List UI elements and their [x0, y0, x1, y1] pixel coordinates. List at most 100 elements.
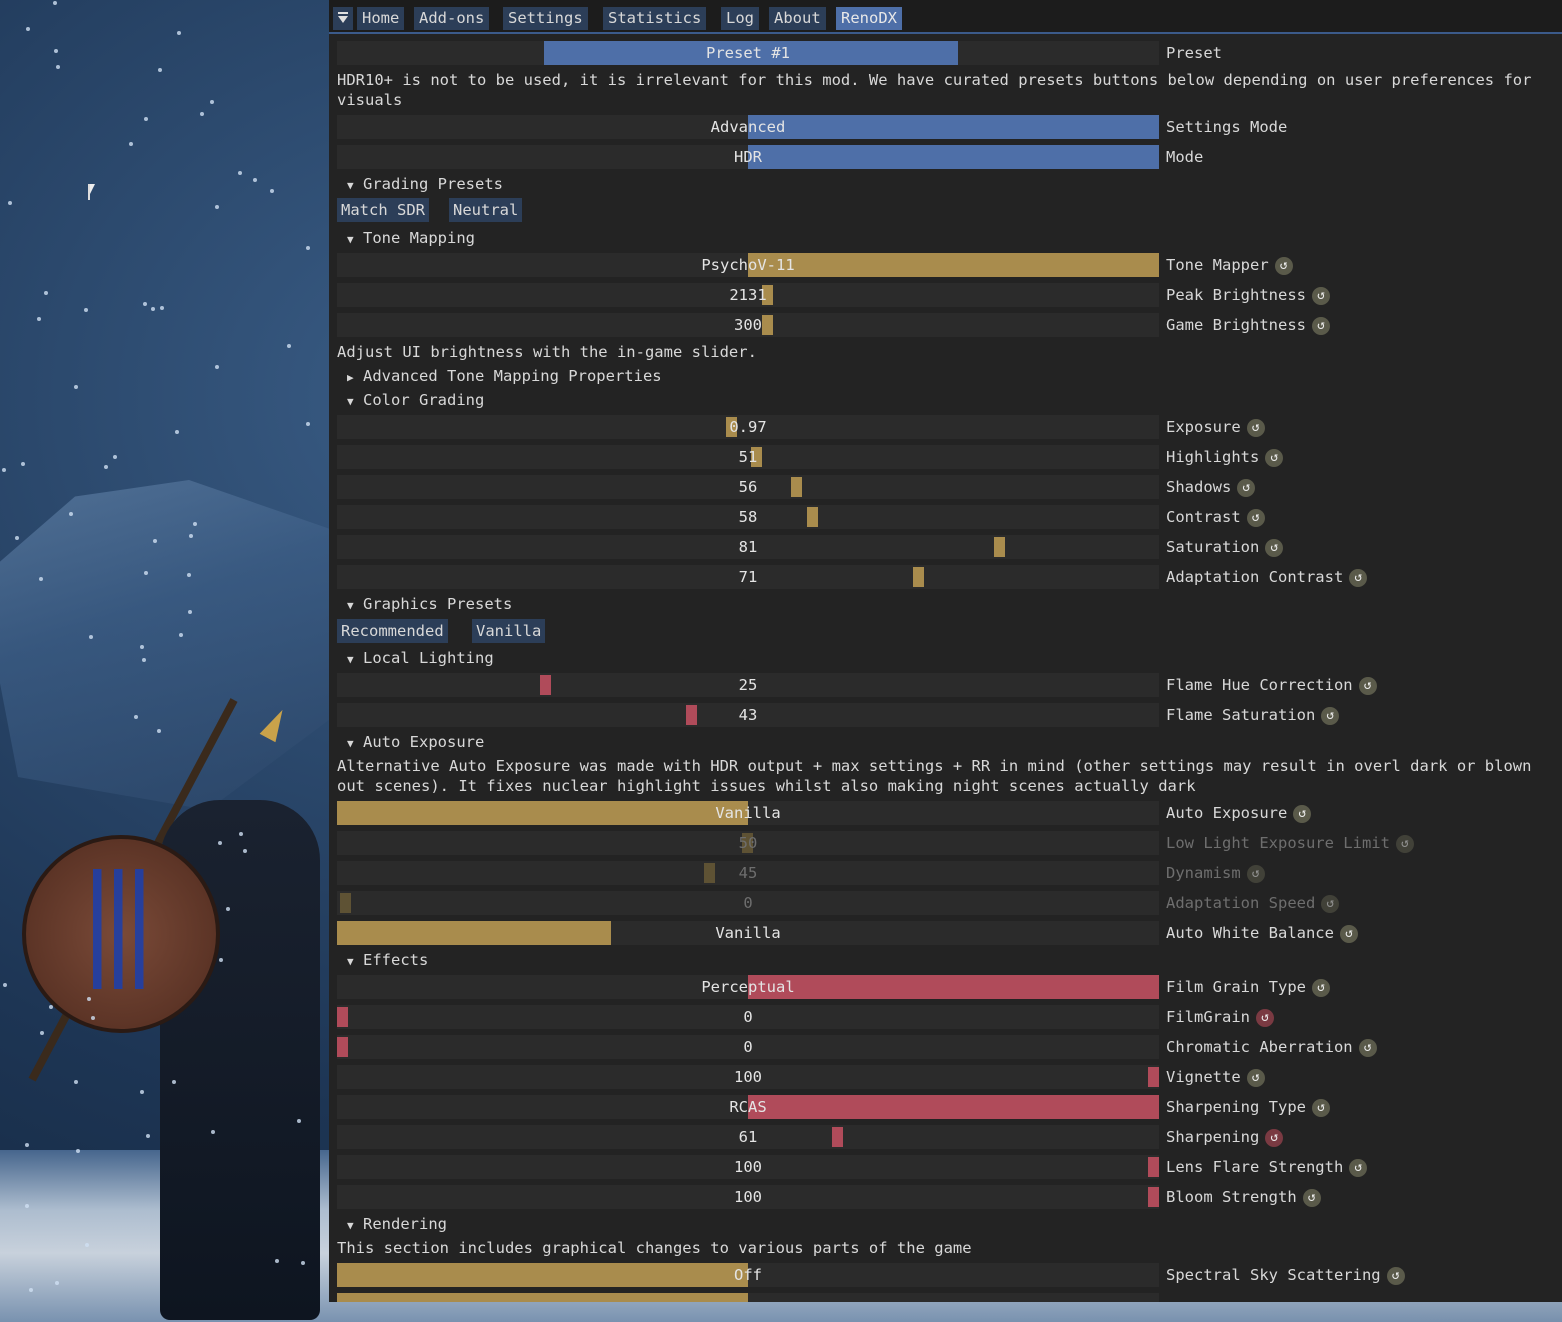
reset-icon[interactable]: ↺ [1358, 676, 1377, 695]
reset-icon[interactable]: ↺ [1311, 316, 1330, 335]
auto-white-balance-slider[interactable]: Vanilla [337, 921, 1159, 945]
reset-icon[interactable]: ↺ [1274, 256, 1293, 275]
snowflake [84, 308, 88, 312]
reset-icon[interactable]: ↺ [1386, 1266, 1405, 1285]
tab-log[interactable]: Log [721, 7, 759, 30]
exposure-value: 0.97 [729, 418, 767, 436]
tab-add-ons[interactable]: Add-ons [414, 7, 490, 30]
film-grain-type-slider[interactable]: Perceptual [337, 975, 1159, 999]
reset-icon[interactable]: ↺ [1237, 478, 1256, 497]
reset-icon[interactable]: ↺ [1246, 418, 1265, 437]
bloom-strength-label: Bloom Strength [1166, 1188, 1297, 1206]
reset-icon[interactable]: ↺ [1246, 508, 1265, 527]
reset-icon[interactable]: ↺ [1311, 978, 1330, 997]
filmgrain-slider[interactable]: 0 [337, 1005, 1159, 1029]
snowflake [25, 1143, 29, 1147]
sharpening-type-slider[interactable]: RCAS [337, 1095, 1159, 1119]
reset-icon[interactable]: ↺ [1302, 1188, 1321, 1207]
reset-icon[interactable]: ↺ [1265, 1128, 1284, 1147]
snowflake [200, 112, 204, 116]
reset-icon[interactable]: ↺ [1265, 448, 1284, 467]
contrast-slider[interactable]: 58 [337, 505, 1159, 529]
chromatic-aberration-slider[interactable]: 0 [337, 1035, 1159, 1059]
reset-icon[interactable]: ↺ [1293, 804, 1312, 823]
snowflake [157, 729, 161, 733]
graphics-presets-header[interactable]: ▼ Graphics Presets [347, 593, 512, 615]
vignette-slider[interactable]: 100 [337, 1065, 1159, 1089]
rendering-header[interactable]: ▼ Rendering [347, 1213, 447, 1235]
reset-icon[interactable]: ↺ [1256, 1008, 1274, 1027]
exposure-slider[interactable]: 0.97 [337, 415, 1159, 439]
reset-icon[interactable]: ↺ [1339, 924, 1358, 943]
flame-saturation-slider[interactable]: 43 [337, 703, 1159, 727]
flame-hue-correction-slider[interactable]: 25 [337, 673, 1159, 697]
reset-icon[interactable]: ↺ [1321, 706, 1340, 725]
tab-statistics[interactable]: Statistics [603, 7, 707, 30]
tab-about[interactable]: About [769, 7, 826, 30]
auto-exposure-slider[interactable]: Vanilla [337, 801, 1159, 825]
saturation-row: 81 Saturation ↺ [337, 535, 1562, 559]
film-grain-type-value: Perceptual [701, 978, 795, 996]
tone-mapping-header[interactable]: ▼ Tone Mapping [347, 227, 475, 249]
snowflake [175, 430, 179, 434]
reset-icon[interactable]: ↺ [1265, 538, 1284, 557]
dynamism-value: 45 [738, 864, 758, 882]
dynamism-slider[interactable]: 45 [337, 861, 1159, 885]
reset-icon[interactable]: ↺ [1349, 568, 1368, 587]
highlights-slider[interactable]: 51 [337, 445, 1159, 469]
color-grading-title: Color Grading [363, 391, 485, 409]
shield-emblem [86, 869, 156, 989]
auto-exposure-header[interactable]: ▼ Auto Exposure [347, 731, 484, 753]
vignette-label: Vignette [1166, 1068, 1241, 1086]
reset-icon[interactable]: ↺ [1395, 834, 1414, 853]
effects-header[interactable]: ▼ Effects [347, 949, 428, 971]
reset-icon[interactable]: ↺ [1246, 1068, 1265, 1087]
flame-saturation-label: Flame Saturation [1166, 706, 1316, 724]
exposure-label: Exposure [1166, 418, 1241, 436]
tab-renodx[interactable]: RenoDX [836, 7, 902, 30]
highlights-row: 51 Highlights ↺ [337, 445, 1562, 469]
sharpening-slider[interactable]: 61 [337, 1125, 1159, 1149]
local-lighting-header[interactable]: ▼ Local Lighting [347, 647, 494, 669]
reset-icon[interactable]: ↺ [1246, 864, 1265, 883]
adaptation-speed-slider[interactable]: 0 [337, 891, 1159, 915]
reset-icon[interactable]: ↺ [1349, 1158, 1368, 1177]
snowflake [179, 633, 183, 637]
adaptation-speed-row: 0 Adaptation Speed ↺ [337, 891, 1562, 915]
advanced-tone-mapping-header[interactable]: ▶ Advanced Tone Mapping Properties [347, 365, 662, 387]
dynamism-label: Dynamism [1166, 864, 1241, 882]
game-brightness-slider[interactable]: 300 [337, 313, 1159, 337]
vanilla-button[interactable]: Vanilla [472, 619, 546, 643]
reset-icon[interactable]: ↺ [1311, 286, 1330, 305]
peak-brightness-slider[interactable]: 2131 [337, 283, 1159, 307]
chromatic-aberration-value: 0 [743, 1038, 753, 1056]
neutral-button[interactable]: Neutral [449, 198, 523, 222]
partial-slider[interactable] [337, 1293, 1159, 1302]
low-light-exposure-limit-slider[interactable]: 50 [337, 831, 1159, 855]
bloom-strength-slider[interactable]: 100 [337, 1185, 1159, 1209]
color-grading-header[interactable]: ▼ Color Grading [347, 389, 484, 411]
recommended-button[interactable]: Recommended [337, 619, 448, 643]
reset-icon[interactable]: ↺ [1311, 1098, 1330, 1117]
preset-combo[interactable]: Preset #1 [337, 41, 1159, 65]
tab-home[interactable]: Home [357, 7, 405, 30]
snowflake [74, 1080, 78, 1084]
shadows-slider[interactable]: 56 [337, 475, 1159, 499]
match-sdr-button[interactable]: Match SDR [337, 198, 429, 222]
spectral-sky-scattering-slider[interactable]: Off [337, 1263, 1159, 1287]
snowflake [253, 178, 257, 182]
lens-flare-strength-slider[interactable]: 100 [337, 1155, 1159, 1179]
reset-icon[interactable]: ↺ [1321, 894, 1340, 913]
flame-hue-correction-value: 25 [738, 676, 758, 694]
tone-mapper-slider[interactable]: PsychoV-11 [337, 253, 1159, 277]
settings-mode-slider[interactable]: Advanced [337, 115, 1159, 139]
saturation-slider[interactable]: 81 [337, 535, 1159, 559]
menu-icon[interactable] [333, 7, 353, 30]
mode-slider[interactable]: HDR [337, 145, 1159, 169]
snowflake [142, 658, 146, 662]
tab-settings[interactable]: Settings [503, 7, 588, 30]
spectral-sky-scattering-value: Off [734, 1266, 762, 1284]
grading-presets-header[interactable]: ▼ Grading Presets [347, 173, 503, 195]
adaptation-contrast-slider[interactable]: 71 [337, 565, 1159, 589]
reset-icon[interactable]: ↺ [1358, 1038, 1377, 1057]
